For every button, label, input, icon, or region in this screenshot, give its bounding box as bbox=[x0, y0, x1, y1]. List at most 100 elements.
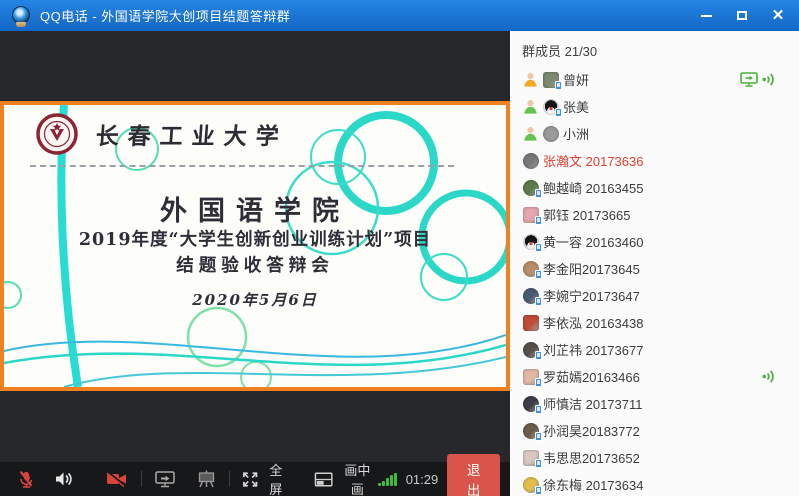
member-label: 李金阳20173645 bbox=[543, 259, 640, 278]
member-row[interactable]: 鲍越崎 20163455 bbox=[510, 174, 799, 201]
member-list: 曾妍 张美 小洲 张瀚文 20173636 bbox=[510, 66, 799, 496]
member-avatar bbox=[523, 153, 539, 169]
members-panel: 群成员 21/30 曾妍 张美 bbox=[510, 31, 799, 496]
member-row[interactable]: 罗茹嫣20163466 bbox=[510, 363, 799, 390]
fullscreen-button[interactable]: 全屏 bbox=[240, 458, 290, 496]
member-avatar bbox=[523, 396, 539, 412]
mic-muted-icon bbox=[16, 469, 36, 489]
slide-header: 长春工业大学 bbox=[36, 113, 288, 155]
member-avatar bbox=[523, 315, 539, 331]
member-row[interactable]: 李金阳20173645 bbox=[510, 255, 799, 282]
mic-mute-button[interactable] bbox=[14, 467, 38, 491]
close-icon: ✕ bbox=[772, 8, 785, 23]
member-label: 罗茹嫣20163466 bbox=[543, 367, 640, 386]
member-row[interactable]: 张瀚文 20173636 bbox=[510, 147, 799, 174]
member-avatar bbox=[523, 423, 539, 439]
members-header: 群成员 21/30 bbox=[510, 31, 799, 66]
phone-badge-icon bbox=[535, 243, 542, 252]
member-row[interactable]: 孙润昊20183772 bbox=[510, 417, 799, 444]
member-label: 刘芷祎 20173677 bbox=[543, 340, 643, 359]
member-badges bbox=[740, 72, 775, 88]
presentation-board-icon bbox=[196, 469, 217, 489]
signal-strength-icon bbox=[378, 473, 397, 486]
minimize-icon bbox=[701, 15, 712, 17]
member-label: 师慎洁 20173711 bbox=[543, 394, 643, 413]
member-label: 张美 bbox=[563, 97, 589, 116]
title-bar: QQ电话 - 外国语学院大创项目结题答辩群 ✕ bbox=[0, 0, 799, 31]
screen-share-active-icon bbox=[740, 72, 758, 88]
fullscreen-label: 全屏 bbox=[263, 460, 288, 496]
member-row[interactable]: 小洲 bbox=[510, 120, 799, 147]
member-avatar bbox=[523, 234, 539, 250]
picture-in-picture-icon bbox=[314, 471, 333, 488]
screen-share-icon bbox=[154, 469, 176, 489]
phone-badge-icon bbox=[535, 189, 542, 198]
member-avatar bbox=[523, 369, 539, 385]
close-button[interactable]: ✕ bbox=[771, 9, 785, 23]
phone-badge-icon bbox=[535, 378, 542, 387]
member-row[interactable]: 黄一容 20163460 bbox=[510, 228, 799, 255]
member-label: 黄一容 20163460 bbox=[543, 232, 643, 251]
university-logo-icon bbox=[36, 113, 78, 155]
member-row[interactable]: 李婉宁20173647 bbox=[510, 282, 799, 309]
member-label: 李依泓 20163438 bbox=[543, 313, 643, 332]
online-status-icon bbox=[523, 99, 538, 114]
window-controls: ✕ bbox=[699, 9, 791, 23]
phone-badge-icon bbox=[555, 81, 562, 90]
exit-call-button[interactable]: 退出 bbox=[447, 454, 500, 496]
call-timer: 01:29 bbox=[406, 472, 439, 487]
speaker-icon bbox=[53, 469, 74, 489]
member-badges bbox=[762, 369, 775, 384]
fullscreen-icon bbox=[242, 471, 258, 488]
member-row[interactable]: 师慎洁 20173711 bbox=[510, 390, 799, 417]
screen-share-button[interactable] bbox=[152, 467, 178, 491]
slide-title: 外国语学院 bbox=[4, 189, 506, 228]
university-name: 长春工业大学 bbox=[95, 117, 289, 151]
phone-badge-icon bbox=[555, 108, 562, 117]
member-avatar bbox=[523, 288, 539, 304]
phone-badge-icon bbox=[535, 405, 542, 414]
member-row[interactable]: 李依泓 20163438 bbox=[510, 309, 799, 336]
phone-badge-icon bbox=[535, 216, 542, 225]
speaker-button[interactable] bbox=[51, 467, 76, 491]
member-label: 韦思思20173652 bbox=[543, 448, 640, 467]
member-row[interactable]: 韦思思20173652 bbox=[510, 444, 799, 471]
video-background-top bbox=[0, 31, 510, 101]
camera-off-icon bbox=[105, 469, 129, 489]
phone-badge-icon bbox=[535, 459, 542, 468]
member-avatar bbox=[523, 477, 539, 493]
window-title: QQ电话 - 外国语学院大创项目结题答辩群 bbox=[40, 6, 290, 25]
slide-date: 2020年5月6日 bbox=[4, 289, 506, 310]
member-avatar bbox=[523, 180, 539, 196]
call-toolbar: 全屏 画中画 01:29 退出 bbox=[0, 462, 510, 496]
minimize-button[interactable] bbox=[699, 9, 713, 23]
pip-label: 画中画 bbox=[339, 460, 377, 496]
member-label: 曾妍 bbox=[563, 70, 589, 89]
member-row[interactable]: 郭钰 20173665 bbox=[510, 201, 799, 228]
phone-badge-icon bbox=[535, 351, 542, 360]
online-status-icon bbox=[523, 126, 538, 141]
phone-badge-icon bbox=[535, 297, 542, 306]
member-row[interactable]: 徐东梅 20173634 bbox=[510, 471, 799, 496]
away-status-icon bbox=[523, 72, 538, 87]
member-label: 小洲 bbox=[563, 124, 589, 143]
member-label: 徐东梅 20173634 bbox=[543, 475, 643, 494]
maximize-icon bbox=[737, 11, 747, 20]
phone-badge-icon bbox=[535, 486, 542, 495]
qq-call-window: QQ电话 - 外国语学院大创项目结题答辩群 ✕ bbox=[0, 0, 799, 496]
member-avatar bbox=[523, 342, 539, 358]
toolbar-divider bbox=[229, 471, 230, 487]
video-panel: 长春工业大学 外国语学院 2019年度“大学生创新创业训练计划”项目 结题验收答… bbox=[0, 31, 510, 496]
member-row[interactable]: 张美 bbox=[510, 93, 799, 120]
maximize-button[interactable] bbox=[735, 9, 749, 23]
member-row[interactable]: 曾妍 bbox=[510, 66, 799, 93]
camera-off-button[interactable] bbox=[103, 467, 131, 491]
member-row[interactable]: 刘芷祎 20173677 bbox=[510, 336, 799, 363]
member-avatar bbox=[543, 72, 559, 88]
member-avatar bbox=[523, 207, 539, 223]
phone-badge-icon bbox=[535, 432, 542, 441]
slide-divider bbox=[30, 165, 454, 167]
pip-button[interactable]: 画中画 bbox=[312, 458, 378, 496]
shared-screen-frame: 长春工业大学 外国语学院 2019年度“大学生创新创业训练计划”项目 结题验收答… bbox=[0, 101, 510, 391]
whiteboard-button[interactable] bbox=[194, 467, 219, 491]
